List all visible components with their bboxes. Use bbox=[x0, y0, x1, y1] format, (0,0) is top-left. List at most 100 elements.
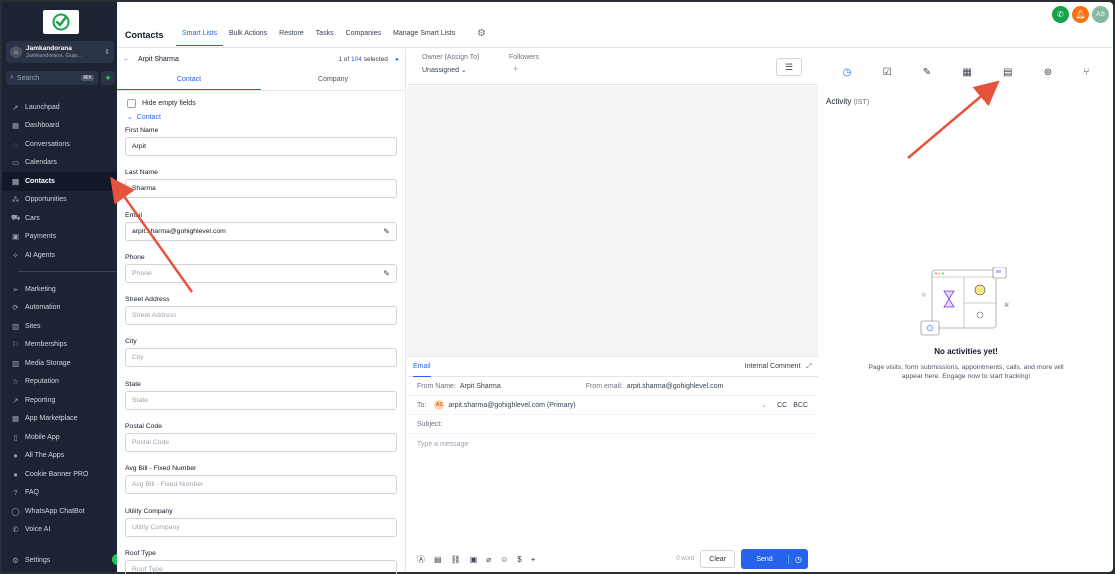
phone-button[interactable]: ✆ bbox=[1052, 6, 1069, 23]
image-icon[interactable]: ▣ bbox=[470, 555, 478, 564]
payment-icon[interactable]: ⊛ bbox=[1044, 67, 1052, 78]
sidebar-item-sites[interactable]: ▥ Sites bbox=[2, 317, 117, 336]
bcc-button[interactable]: BCC bbox=[793, 402, 808, 409]
contact-section-header[interactable]: ⌄ Contact bbox=[117, 109, 405, 125]
account-name: Jamkandorana bbox=[26, 44, 72, 52]
text-format-icon[interactable]: Ⓐ bbox=[417, 554, 425, 565]
back-arrow-icon[interactable]: ← bbox=[123, 56, 130, 63]
note-pencil-icon[interactable]: ✎ bbox=[923, 67, 931, 78]
field-value: Arpit bbox=[132, 143, 146, 150]
dollar-icon[interactable]: $ bbox=[517, 555, 521, 564]
sidebar-item-whatsapp-chatbot[interactable]: ◯ WhatsApp ChatBot bbox=[2, 502, 117, 521]
subtab-contact[interactable]: Contact bbox=[117, 69, 261, 90]
tab-manage-smart-lists[interactable]: Manage Smart Lists bbox=[387, 30, 461, 46]
sidebar-item-memberships[interactable]: ⚐ Memberships bbox=[2, 336, 117, 355]
sidebar-item-cookie-banner-pro[interactable]: ● Cookie Banner PRO bbox=[2, 465, 117, 484]
roof-type-input[interactable]: Roof Type bbox=[125, 559, 397, 574]
state-input[interactable]: State bbox=[125, 390, 397, 410]
task-check-icon[interactable]: ☑ bbox=[883, 67, 892, 78]
sidebar-item-calendars[interactable]: ▭ Calendars bbox=[2, 154, 117, 173]
avg-bill-fixed-number-input[interactable]: Avg Bill - Fixed Number bbox=[125, 475, 397, 495]
tabs-settings-button[interactable]: ⚙ bbox=[477, 28, 486, 39]
to-value[interactable]: arpit.sharma@gohighlevel.com (Primary) bbox=[448, 402, 575, 409]
attachment-icon[interactable]: ⌀ bbox=[486, 555, 491, 564]
plus-icon[interactable]: + bbox=[531, 555, 536, 564]
owner-select[interactable]: Unassigned ⌄ bbox=[422, 66, 467, 74]
clear-button[interactable]: Clear bbox=[700, 550, 735, 568]
message-input[interactable]: Type a message bbox=[417, 441, 468, 448]
quick-action-button[interactable]: ✦ bbox=[101, 71, 115, 85]
account-switcher[interactable]: ⌂ Jamkandorana Jamkandorana, Guja... ⇕ bbox=[6, 41, 114, 63]
notifications-button[interactable]: 🔔︎ bbox=[1072, 6, 1089, 23]
phone-input[interactable]: Phone ✎ bbox=[125, 263, 397, 283]
internal-comment-tab[interactable]: Internal Comment bbox=[745, 363, 801, 370]
sidebar-item-voice-ai[interactable]: ✆ Voice AI bbox=[2, 521, 117, 540]
field-placeholder: Utility Company bbox=[132, 523, 180, 531]
email-input[interactable]: arpit.sharma@gohighlevel.com ✎ bbox=[125, 221, 397, 241]
sidebar-item-label: Launchpad bbox=[25, 103, 60, 111]
link-icon[interactable]: ⛓ bbox=[451, 555, 461, 564]
filter-button[interactable]: ☰ bbox=[776, 58, 802, 76]
edit-pencil-icon[interactable]: ✎ bbox=[383, 269, 390, 278]
document-icon[interactable]: ▤ bbox=[1003, 67, 1012, 78]
expand-icon[interactable]: ⤢ bbox=[806, 363, 812, 371]
sidebar-item-reputation[interactable]: ☆ Reputation bbox=[2, 373, 117, 392]
city-input[interactable]: City bbox=[125, 348, 397, 368]
sidebar-item-conversations[interactable]: ◌ Conversations bbox=[2, 135, 117, 154]
postal-code-input[interactable]: Postal Code bbox=[125, 433, 397, 453]
sidebar-item-cars[interactable]: ⛟ Cars bbox=[2, 209, 117, 228]
calendar-icon[interactable]: ▦ bbox=[962, 67, 971, 78]
sidebar-item-label: FAQ bbox=[25, 489, 40, 497]
first-name-input[interactable]: Arpit bbox=[125, 137, 397, 156]
tab-tasks[interactable]: Tasks bbox=[310, 30, 340, 46]
brand-logo[interactable] bbox=[43, 10, 79, 34]
utility-company-input[interactable]: Utility Company bbox=[125, 517, 397, 537]
add-follower-button[interactable]: + bbox=[513, 64, 518, 74]
workflow-icon[interactable]: ⑂ bbox=[1083, 67, 1089, 78]
sidebar-item-all-the-apps[interactable]: ● All The Apps bbox=[2, 447, 117, 466]
emoji-icon[interactable]: ☺ bbox=[500, 555, 508, 564]
whatsapp-icon: ◯ bbox=[11, 506, 20, 516]
search-placeholder: Search bbox=[16, 74, 40, 82]
sidebar-item-contacts[interactable]: ▤ Contacts bbox=[2, 172, 117, 191]
street-address-input[interactable]: Street Address bbox=[125, 306, 397, 326]
activity-clock-icon[interactable]: ◷ bbox=[843, 67, 852, 78]
sidebar-item-dashboard[interactable]: ▦ Dashboard bbox=[2, 117, 117, 136]
sidebar-item-faq[interactable]: ? FAQ bbox=[2, 484, 117, 503]
hide-empty-toggle[interactable]: Hide empty fields bbox=[117, 91, 405, 109]
user-avatar[interactable]: AS bbox=[1092, 6, 1109, 23]
tab-email[interactable]: Email bbox=[413, 357, 431, 377]
sidebar-item-reporting[interactable]: ↗ Reporting bbox=[2, 391, 117, 410]
from-email[interactable]: arpit.sharma@gohighlevel.com bbox=[627, 383, 724, 390]
sidebar-item-launchpad[interactable]: ➚ Launchpad bbox=[2, 98, 117, 117]
subtab-company[interactable]: Company bbox=[261, 69, 405, 90]
schedule-icon[interactable]: ◷ bbox=[788, 554, 808, 564]
send-button[interactable]: Send ◷ bbox=[741, 549, 808, 569]
tab-bulk-actions[interactable]: Bulk Actions bbox=[223, 30, 273, 46]
hide-empty-checkbox[interactable] bbox=[127, 98, 136, 108]
sidebar-item-mobile-app[interactable]: ▯ Mobile App bbox=[2, 428, 117, 447]
edit-pencil-icon[interactable]: ✎ bbox=[383, 227, 390, 236]
sidebar-item-automation[interactable]: ⟳ Automation bbox=[2, 299, 117, 318]
subject-row[interactable]: Subject: bbox=[407, 415, 818, 434]
from-name[interactable]: Arpit Sharma bbox=[460, 383, 501, 390]
sidebar-search[interactable]: ⌕ Search ⌘K bbox=[6, 71, 98, 85]
template-icon[interactable]: ▤ bbox=[434, 555, 442, 564]
sidebar-item-payments[interactable]: ▣ Payments bbox=[2, 228, 117, 247]
sidebar-item-opportunities[interactable]: ⁂ Opportunities bbox=[2, 191, 117, 210]
word-count: 0 word bbox=[676, 556, 695, 562]
cc-button[interactable]: CC bbox=[777, 402, 787, 409]
contact-name: Arpit Sharma bbox=[138, 55, 179, 63]
tab-smart-lists[interactable]: Smart Lists bbox=[176, 30, 224, 46]
sidebar-item-marketing[interactable]: ➢ Marketing bbox=[2, 280, 117, 299]
sidebar-item-app-marketplace[interactable]: ▦ App Marketplace bbox=[2, 410, 117, 429]
ai-icon: ✧ bbox=[12, 250, 19, 260]
tab-companies[interactable]: Companies bbox=[340, 30, 387, 46]
sidebar-item-media-storage[interactable]: ▨ Media Storage bbox=[2, 354, 117, 373]
next-record-icon[interactable]: ▸ bbox=[396, 56, 399, 63]
last-name-input[interactable]: Sharma bbox=[125, 179, 397, 199]
sidebar-item-ai-agents[interactable]: ✧ AI Agents bbox=[2, 246, 117, 265]
chevron-down-icon[interactable]: ⌄ bbox=[761, 401, 767, 409]
sidebar-item-settings[interactable]: ⚙ Settings bbox=[2, 551, 117, 570]
tab-restore[interactable]: Restore bbox=[273, 30, 310, 46]
